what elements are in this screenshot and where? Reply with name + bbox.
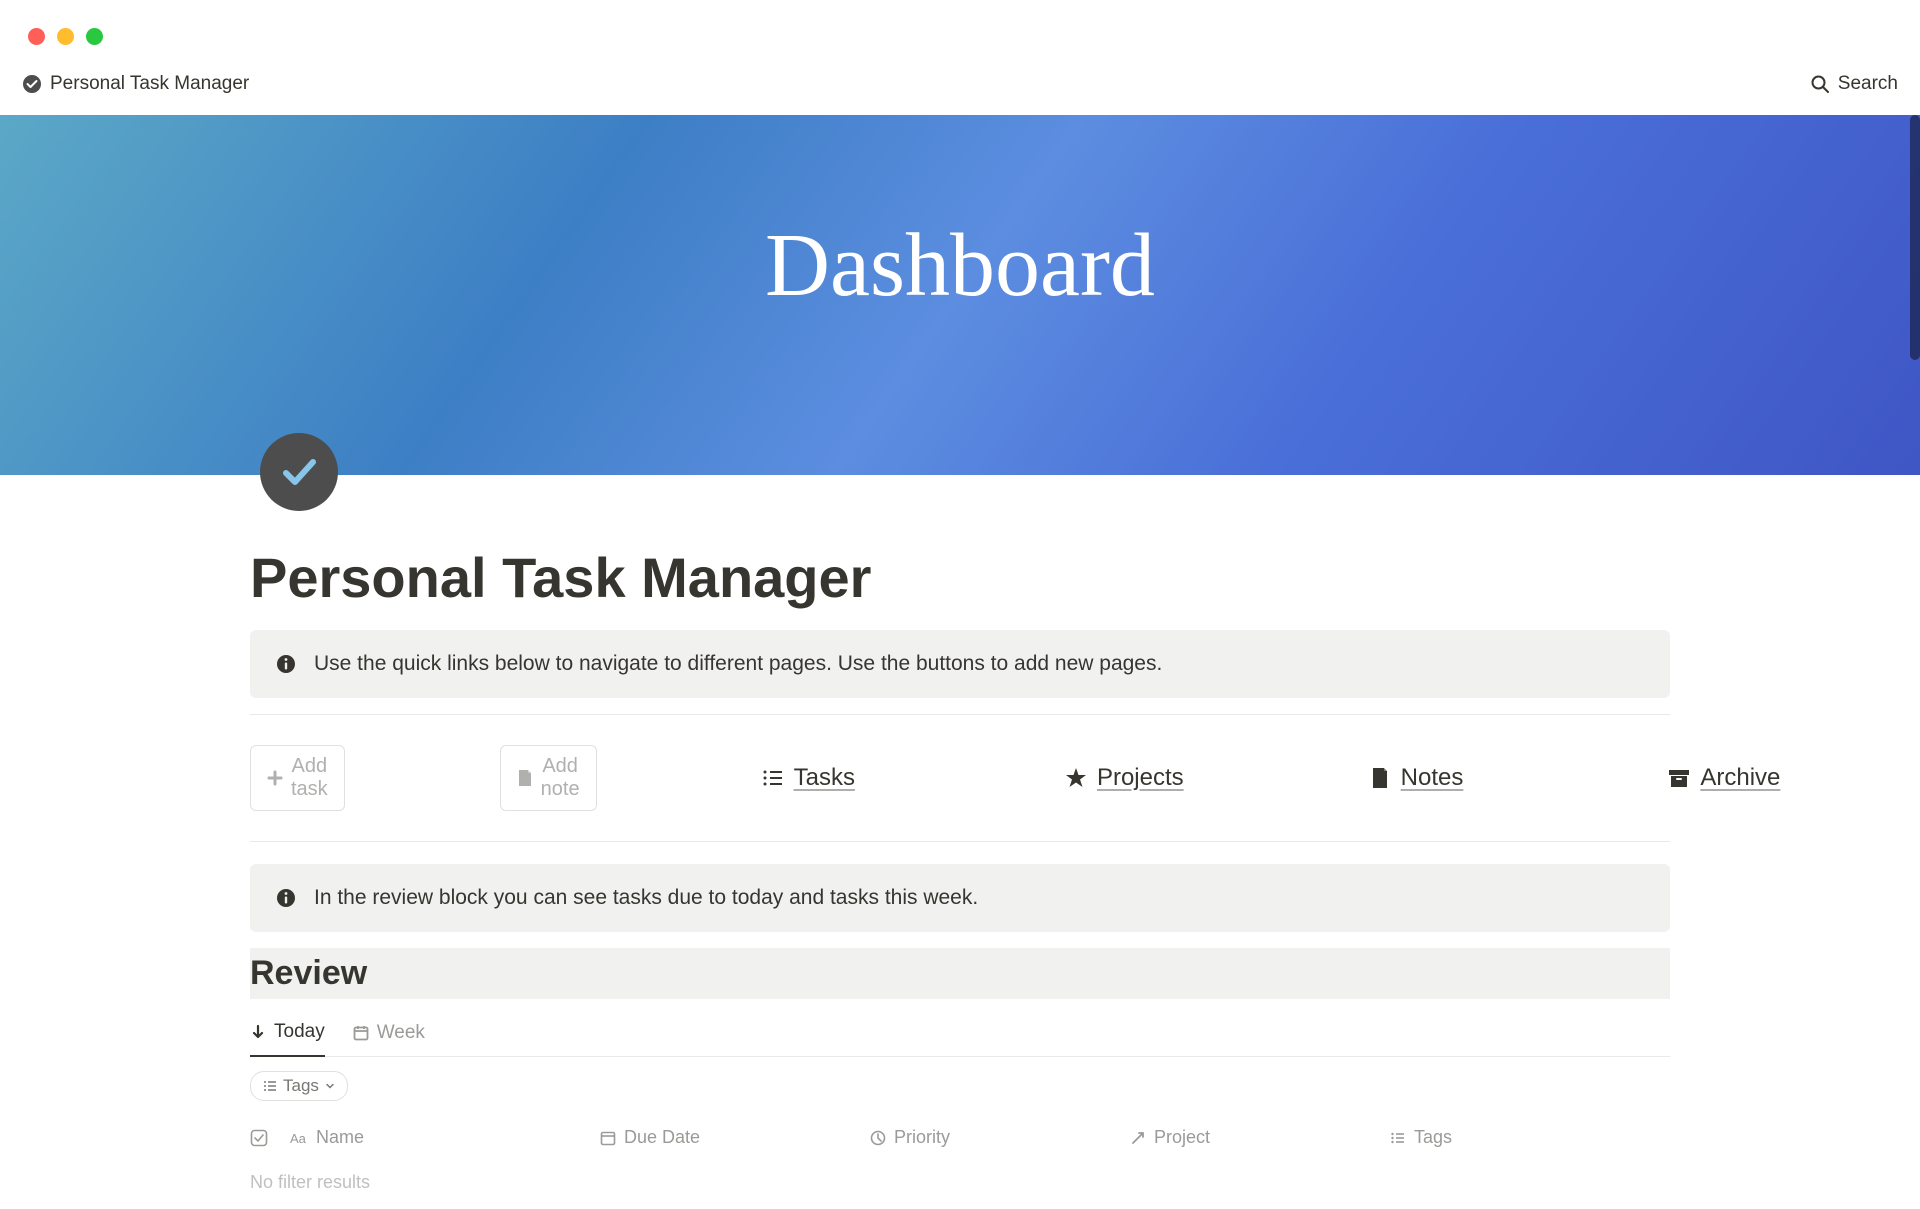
info-callout-navigation: Use the quick links below to navigate to… (250, 630, 1670, 698)
column-project[interactable]: Project (1130, 1127, 1390, 1148)
checkmark-icon (276, 449, 322, 495)
tags-filter-label: Tags (283, 1076, 319, 1096)
column-checkbox[interactable] (250, 1129, 290, 1147)
add-note-button[interactable]: Add note (500, 745, 597, 811)
archive-link-label: Archive (1700, 764, 1780, 792)
calendar-icon (353, 1025, 369, 1041)
search-label: Search (1838, 73, 1898, 95)
tags-filter-chip[interactable]: Tags (250, 1071, 348, 1101)
tasks-link[interactable]: Tasks (762, 764, 855, 792)
add-note-label: Add note (541, 755, 580, 801)
column-priority[interactable]: Priority (870, 1127, 1130, 1148)
quick-links-row: Add task Add note (250, 737, 1670, 841)
notes-link[interactable]: Notes (1369, 764, 1464, 792)
chevron-down-icon (325, 1081, 335, 1091)
note-icon (517, 769, 533, 787)
calendar-icon (600, 1130, 616, 1146)
table-header: Aa Name Due Date Priority (250, 1115, 1670, 1156)
plus-icon (267, 770, 283, 786)
callout-text: In the review block you can see tasks du… (314, 886, 978, 910)
info-callout-review: In the review block you can see tasks du… (250, 864, 1670, 932)
arrow-down-icon (250, 1024, 266, 1040)
cover-title: Dashboard (765, 214, 1155, 317)
info-icon (276, 888, 296, 908)
priority-icon (870, 1130, 886, 1146)
column-due-date-label: Due Date (624, 1127, 700, 1148)
checkbox-icon (250, 1129, 268, 1147)
tab-week[interactable]: Week (353, 1009, 425, 1056)
page-icon (1369, 767, 1391, 789)
breadcrumb[interactable]: Personal Task Manager (22, 73, 249, 95)
tab-week-label: Week (377, 1022, 425, 1044)
info-icon (276, 654, 296, 674)
add-task-label: Add task (291, 755, 328, 801)
divider (250, 714, 1670, 715)
add-task-button[interactable]: Add task (250, 745, 345, 811)
tasks-link-label: Tasks (794, 764, 855, 792)
page-icon[interactable] (260, 433, 338, 511)
list-icon (1390, 1130, 1406, 1146)
page-content: Personal Task Manager Use the quick link… (120, 475, 1800, 1209)
cover-image: Dashboard (0, 115, 1920, 475)
window-controls (0, 0, 1920, 65)
page-title: Personal Task Manager (250, 475, 1670, 630)
column-priority-label: Priority (894, 1127, 950, 1148)
list-icon (762, 767, 784, 789)
search-button[interactable]: Search (1810, 73, 1898, 95)
column-name-label: Name (316, 1127, 364, 1148)
review-title: Review (250, 954, 1670, 993)
scrollbar[interactable] (1910, 115, 1920, 360)
archive-link[interactable]: Archive (1668, 764, 1780, 792)
column-tags-label: Tags (1414, 1127, 1452, 1148)
column-tags[interactable]: Tags (1390, 1127, 1590, 1148)
review-tabs: Today Week (250, 1009, 1670, 1057)
checkmark-circle-icon (22, 74, 42, 94)
divider (250, 841, 1670, 842)
column-name[interactable]: Aa Name (290, 1127, 600, 1148)
close-window-button[interactable] (28, 28, 45, 45)
top-bar: Personal Task Manager Search (0, 65, 1920, 115)
text-icon: Aa (290, 1129, 308, 1147)
callout-text: Use the quick links below to navigate to… (314, 652, 1162, 676)
column-due-date[interactable]: Due Date (600, 1127, 870, 1148)
projects-link[interactable]: Projects (1065, 764, 1184, 792)
search-icon (1810, 74, 1830, 94)
list-icon (263, 1079, 277, 1093)
tab-today[interactable]: Today (250, 1009, 325, 1057)
maximize-window-button[interactable] (86, 28, 103, 45)
empty-state: No filter results (250, 1156, 1670, 1209)
projects-link-label: Projects (1097, 764, 1184, 792)
relation-icon (1130, 1130, 1146, 1146)
tab-today-label: Today (274, 1021, 325, 1043)
column-project-label: Project (1154, 1127, 1210, 1148)
star-icon (1065, 767, 1087, 789)
breadcrumb-title: Personal Task Manager (50, 73, 249, 95)
archive-icon (1668, 767, 1690, 789)
review-section-header: Review (250, 948, 1670, 999)
minimize-window-button[interactable] (57, 28, 74, 45)
notes-link-label: Notes (1401, 764, 1464, 792)
svg-text:Aa: Aa (290, 1131, 307, 1146)
filter-row: Tags (250, 1057, 1670, 1115)
